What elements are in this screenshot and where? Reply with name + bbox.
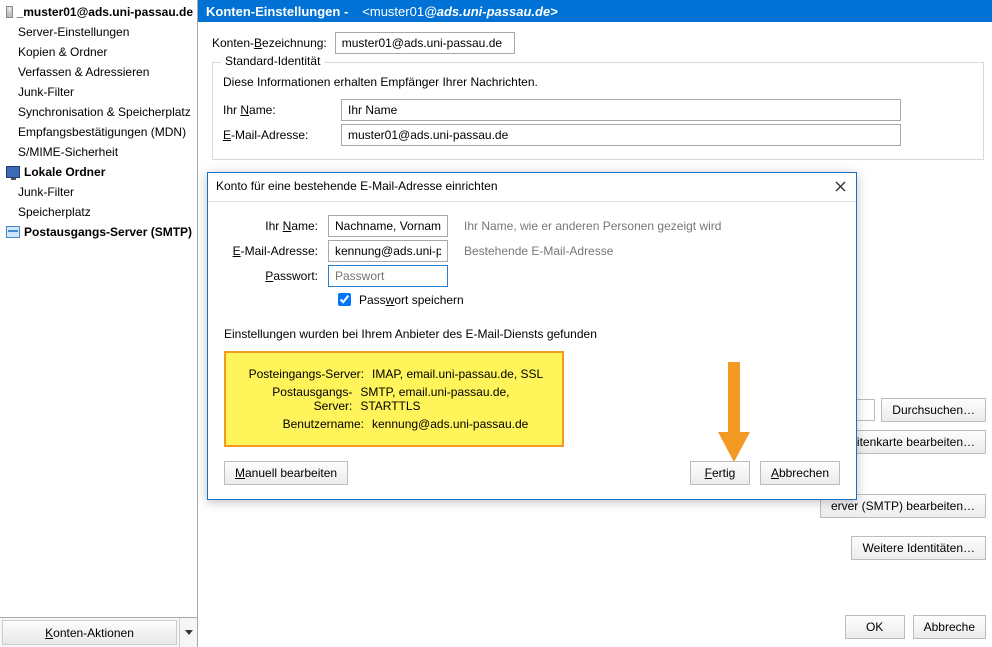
tree-item-smtp[interactable]: Postausgangs-Server (SMTP) xyxy=(0,222,197,242)
smtp-icon xyxy=(6,226,20,238)
wizard-password-label: Passwort: xyxy=(224,269,318,283)
wizard-title: Konto für eine bestehende E-Mail-Adresse… xyxy=(216,179,498,193)
account-actions-button[interactable]: Konten-Aktionen xyxy=(2,620,177,645)
identity-legend: Standard-Identität xyxy=(221,54,324,68)
tree-item-mdn[interactable]: Empfangsbestätigungen (MDN) xyxy=(0,122,197,142)
dialog-bottom-buttons: OK Abbreche xyxy=(845,615,986,639)
wizard-password-input[interactable] xyxy=(328,265,448,287)
tree-item-account[interactable]: _muster01@ads.uni-passau.de xyxy=(0,2,197,22)
wizard-remember-label: Passwort speichern xyxy=(359,293,464,307)
account-tree: _muster01@ads.uni-passau.de Server-Einst… xyxy=(0,0,197,617)
wizard-done-button[interactable]: Fertig xyxy=(690,461,750,485)
panel-header: Konten-Einstellungen - <muster01@ads.uni… xyxy=(198,0,992,22)
wizard-cancel-button[interactable]: Abbrechen xyxy=(760,461,840,485)
monitor-icon xyxy=(6,166,20,178)
wizard-name-label: Ihr Name: xyxy=(224,219,318,233)
wizard-email-label: E-Mail-Adresse: xyxy=(224,244,318,258)
tree-item-compose-address[interactable]: Verfassen & Adressieren xyxy=(0,62,197,82)
tree-item-local-junk[interactable]: Junk-Filter xyxy=(0,182,197,202)
tree-item-local-folders[interactable]: Lokale Ordner xyxy=(0,162,197,182)
identity-fieldset: Standard-Identität Diese Informationen e… xyxy=(212,62,984,160)
identity-name-input[interactable] xyxy=(341,99,901,121)
close-icon xyxy=(835,181,846,192)
tree-item-server-settings[interactable]: Server-Einstellungen xyxy=(0,22,197,42)
identity-desc: Diese Informationen erhalten Empfänger I… xyxy=(223,75,973,89)
account-label-input[interactable] xyxy=(335,32,515,54)
tree-item-copies-folders[interactable]: Kopien & Ordner xyxy=(0,42,197,62)
wizard-status-text: Einstellungen wurden bei Ihrem Anbieter … xyxy=(224,327,840,341)
identity-name-label: Ihr Name: xyxy=(223,103,333,117)
panel-title: Konten-Einstellungen - xyxy=(206,4,348,19)
wizard-email-hint: Bestehende E-Mail-Adresse xyxy=(464,244,613,258)
wizard-outgoing-value: SMTP, email.uni-passau.de, STARTTLS xyxy=(360,385,554,413)
browse-button[interactable]: Durchsuchen… xyxy=(881,398,986,422)
identity-email-input[interactable] xyxy=(341,124,901,146)
tree-item-sync-storage[interactable]: Synchronisation & Speicherplatz xyxy=(0,102,197,122)
ok-button[interactable]: OK xyxy=(845,615,905,639)
wizard-email-input[interactable] xyxy=(328,240,448,262)
identity-email-label: E-Mail-Adresse: xyxy=(223,128,333,142)
more-identities-button[interactable]: Weitere Identitäten… xyxy=(851,536,986,560)
wizard-incoming-label: Posteingangs-Server: xyxy=(234,367,364,381)
envelope-icon xyxy=(6,6,13,18)
wizard-incoming-value: IMAP, email.uni-passau.de, SSL xyxy=(372,367,543,381)
account-label-label: Konten-Bezeichnung: xyxy=(212,36,327,50)
tree-item-smime[interactable]: S/MIME-Sicherheit xyxy=(0,142,197,162)
account-tree-sidebar: _muster01@ads.uni-passau.de Server-Einst… xyxy=(0,0,198,647)
wizard-titlebar: Konto für eine bestehende E-Mail-Adresse… xyxy=(208,173,856,202)
tree-item-junk[interactable]: Junk-Filter xyxy=(0,82,197,102)
wizard-close-button[interactable] xyxy=(830,177,850,195)
wizard-server-box: Posteingangs-Server: IMAP, email.uni-pas… xyxy=(224,351,564,447)
wizard-username-label: Benutzername: xyxy=(234,417,364,431)
chevron-down-icon xyxy=(185,630,193,635)
wizard-manual-button[interactable]: Manuell bearbeiten xyxy=(224,461,348,485)
account-wizard-dialog: Konto für eine bestehende E-Mail-Adresse… xyxy=(207,172,857,500)
panel-email: <muster01@ads.uni-passau.de> xyxy=(362,4,558,19)
tree-item-local-storage[interactable]: Speicherplatz xyxy=(0,202,197,222)
account-actions-dropdown-arrow[interactable] xyxy=(179,618,197,647)
wizard-remember-checkbox[interactable] xyxy=(338,293,351,306)
wizard-name-hint: Ihr Name, wie er anderen Personen gezeig… xyxy=(464,219,721,233)
wizard-name-input[interactable] xyxy=(328,215,448,237)
wizard-username-value: kennung@ads.uni-passau.de xyxy=(372,417,528,431)
wizard-outgoing-label: Postausgangs-Server: xyxy=(234,385,352,413)
cancel-button[interactable]: Abbreche xyxy=(913,615,986,639)
sidebar-footer: Konten-Aktionen xyxy=(0,617,197,647)
